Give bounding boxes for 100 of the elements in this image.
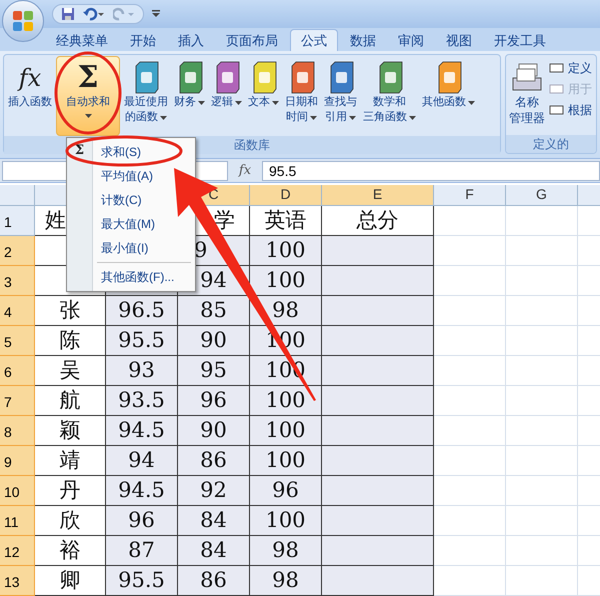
row-header[interactable]: 4 (0, 296, 35, 326)
table-cell: 96 (250, 476, 322, 506)
table-cell (434, 476, 506, 506)
name-tag-icon (548, 83, 564, 96)
table-cell: 90 (178, 326, 250, 356)
table-cell (434, 536, 506, 566)
row-header[interactable]: 1 (0, 206, 35, 236)
table-cell: 张 (35, 296, 106, 326)
table-cell: 95.5 (106, 326, 178, 356)
row-header[interactable]: 8 (0, 416, 35, 446)
row-header[interactable]: 6 (0, 356, 35, 386)
ribbon-small-button[interactable]: 根据 (548, 101, 592, 120)
office-logo-icon (12, 10, 34, 32)
table-cell: 95 (178, 356, 250, 386)
name-tag-icon (548, 62, 564, 74)
menu-item[interactable]: 平均值(A) (99, 167, 155, 185)
column-header[interactable] (578, 184, 600, 206)
row-header[interactable]: 2 (0, 236, 35, 266)
table-cell: 卿 (35, 566, 106, 596)
row-header[interactable]: 5 (0, 326, 35, 356)
menu-item[interactable]: 其他函数(F)... (99, 268, 176, 286)
ribbon-button[interactable]: 文本 (246, 56, 281, 136)
row-header[interactable]: 13 (0, 566, 35, 596)
undo-icon[interactable] (83, 7, 105, 21)
formula-field[interactable]: 95.5 (262, 160, 600, 181)
table-cell: 86 (178, 446, 250, 476)
row-header[interactable]: 3 (0, 266, 35, 296)
ribbon-tab[interactable]: 审阅 (388, 29, 434, 52)
ribbon-tab[interactable]: 页面布局 (216, 29, 288, 52)
group-label: 定义的 (506, 135, 596, 154)
ribbon-tab[interactable]: 公式 (290, 29, 338, 52)
table-cell: 94 (106, 446, 178, 476)
table-cell (506, 236, 578, 266)
table-cell: 陈 (35, 326, 106, 356)
table-cell: 98 (250, 536, 322, 566)
row-header[interactable]: 10 (0, 476, 35, 506)
ribbon-tab[interactable]: 视图 (436, 29, 482, 52)
menu-item[interactable]: 最小值(I) (99, 239, 150, 257)
table-cell (506, 386, 578, 416)
table-cell: 丹 (35, 476, 106, 506)
row-header[interactable]: 11 (0, 506, 35, 536)
row-header[interactable]: 9 (0, 446, 35, 476)
table-cell: 英语 (250, 206, 322, 236)
table-cell (434, 386, 506, 416)
table-cell: 85 (178, 296, 250, 326)
ribbon-tab[interactable]: 数据 (340, 29, 386, 52)
table-cell: 100 (250, 386, 322, 416)
table-cell: 96 (178, 386, 250, 416)
table-cell (506, 536, 578, 566)
table-cell (506, 266, 578, 296)
table-cell: 吴 (35, 356, 106, 386)
column-header[interactable]: E (322, 184, 434, 206)
ribbon-button[interactable]: 逻辑 (209, 56, 244, 136)
office-button[interactable] (2, 0, 44, 42)
ribbon-small-button[interactable]: 定义 (548, 59, 592, 78)
row-header[interactable]: 12 (0, 536, 35, 566)
save-icon[interactable] (61, 7, 75, 21)
ribbon-button[interactable]: 财务 (172, 56, 207, 136)
table-cell (434, 206, 506, 236)
column-header[interactable]: G (506, 184, 578, 206)
table-cell (434, 506, 506, 536)
table-cell: 93 (106, 356, 178, 386)
ribbon-tab[interactable]: 插入 (168, 29, 214, 52)
ribbon-tab[interactable]: 开始 (120, 29, 166, 52)
table-cell: 96.5 (106, 296, 178, 326)
ribbon-button[interactable]: 日期和 时间 (283, 56, 320, 136)
table-cell (506, 326, 578, 356)
table-cell (434, 266, 506, 296)
table-cell: 100 (250, 416, 322, 446)
table-cell: 靖 (35, 446, 106, 476)
table-cell (434, 326, 506, 356)
table-cell (434, 416, 506, 446)
table-cell: 84 (178, 536, 250, 566)
table-cell (506, 566, 578, 596)
column-header[interactable]: F (434, 184, 506, 206)
table-cell (434, 446, 506, 476)
function-icon[interactable]: fx (230, 160, 260, 180)
redo-icon[interactable] (113, 7, 135, 21)
table-cell (506, 296, 578, 326)
ribbon-button[interactable]: 数学和 三角函数 (361, 56, 418, 136)
name-manager-button[interactable]: 名称 管理器 (509, 56, 545, 126)
table-cell: 总分 (322, 206, 434, 236)
table-cell: 欣 (35, 506, 106, 536)
ribbon-button[interactable]: 其他函数 (420, 56, 477, 136)
ribbon-button[interactable]: 查找与 引用 (322, 56, 359, 136)
table-cell: 96 (106, 506, 178, 536)
row-header[interactable]: 7 (0, 386, 35, 416)
ribbon-tab[interactable]: 开发工具 (484, 29, 556, 52)
column-header[interactable]: D (250, 184, 322, 206)
function-icon: fx (18, 61, 42, 96)
ribbon-button[interactable]: 最近使用 的函数 (122, 56, 170, 136)
table-cell: 84 (178, 506, 250, 536)
table-cell (434, 566, 506, 596)
customize-menu-icon[interactable] (152, 10, 160, 18)
ribbon-button[interactable]: fx 插入函数 (6, 56, 54, 136)
select-all-corner[interactable] (0, 184, 35, 206)
ribbon-tab[interactable]: 经典菜单 (46, 29, 118, 52)
name-tag-icon (548, 104, 564, 116)
table-cell: 86 (178, 566, 250, 596)
table-cell: 裕 (35, 536, 106, 566)
